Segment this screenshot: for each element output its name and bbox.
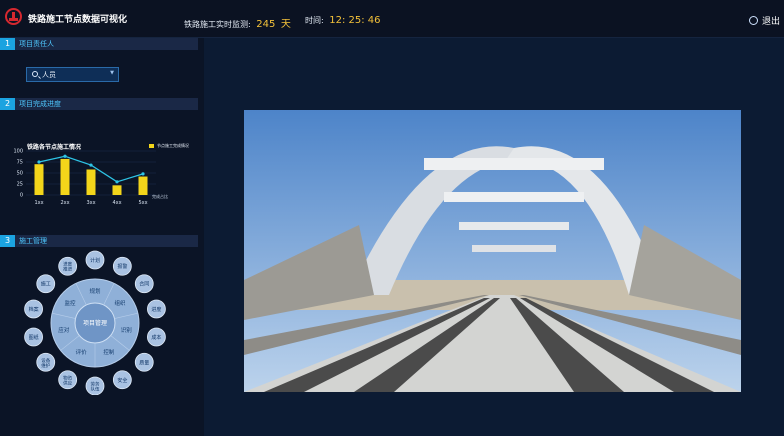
line-point (63, 154, 67, 158)
section-header-progress: 2 项目完成进度 (0, 98, 198, 110)
y-tick-label: 0 (20, 193, 23, 199)
wheel-outer-label: 推进 (63, 266, 72, 273)
wheel-inner-label: 应对 (58, 326, 70, 334)
x-tick-label: 3xx (86, 200, 95, 206)
section-title: 项目完成进度 (19, 100, 61, 108)
section-header-responsible: 1 项目责任人 (0, 38, 198, 50)
wheel-outer-label: 进度 (151, 306, 161, 313)
wheel-center-label: 项目管理 (83, 319, 107, 327)
wheel-outer-label: 物资 (63, 374, 72, 381)
line-point (89, 163, 93, 167)
wheel-outer-label: 档案 (29, 306, 39, 313)
wheel-outer-label: 安全 (117, 377, 127, 384)
wheel-inner-label: 评价 (76, 348, 88, 356)
person-select[interactable]: 人员 ▼ (26, 67, 119, 82)
bar (138, 176, 148, 195)
bar (60, 158, 70, 195)
x-tick-label: 1xx (34, 200, 43, 206)
y-tick-label: 75 (17, 160, 23, 166)
wheel-outer-label: 队伍 (91, 386, 100, 393)
wheel-inner-label: 组织 (115, 299, 127, 307)
search-icon (32, 71, 38, 77)
wheel-inner-label: 识别 (121, 326, 132, 334)
app-title: 铁路施工节点数据可视化 (28, 15, 128, 25)
line-point (141, 172, 145, 176)
chart-suffix-label: 完成占比 (152, 194, 168, 199)
wheel-inner-label: 规划 (89, 287, 100, 295)
monitor-days: 245 (256, 19, 276, 30)
y-tick-label: 100 (13, 149, 23, 155)
wheel-outer-label: 维护 (41, 362, 50, 369)
chevron-down-icon: ▼ (110, 70, 114, 76)
section-number: 3 (0, 235, 15, 247)
bar (86, 169, 96, 195)
wheel-outer-label: 设备 (41, 357, 50, 364)
bar (34, 164, 44, 195)
section-title: 项目责任人 (19, 40, 54, 48)
progress-chart: 0 25 50 75 100 1xx 2xx 3xx 4xx 5xx (13, 149, 156, 206)
y-tick-label: 50 (17, 171, 23, 177)
wheel-outer-label: 施工 (41, 281, 51, 288)
exit-label: 退出 (761, 17, 780, 27)
wheel-inner-label: 控制 (103, 348, 115, 356)
wheel-outer-label: 图纸 (29, 334, 39, 341)
wheel-outer-label: 报警 (117, 263, 127, 270)
section-number: 2 (0, 98, 15, 110)
time-value: 12: 25: 46 (329, 15, 381, 26)
person-select-value: 人员 (42, 71, 56, 79)
clock-display: 时间: 12: 25: 46 (305, 15, 381, 26)
wheel-inner-label: 监控 (64, 299, 76, 307)
line-point (37, 160, 41, 164)
railway-bridge-image (244, 110, 741, 392)
x-tick-label: 4xx (112, 200, 121, 206)
bar (112, 185, 122, 195)
wheel-outer-label: 供应 (63, 379, 72, 386)
monitor-unit: 天 (280, 19, 291, 30)
wheel-outer-label: 质量 (139, 359, 149, 366)
y-tick-label: 25 (17, 182, 23, 188)
power-icon (748, 16, 758, 25)
top-header: 铁路施工节点数据可视化 铁路施工实时监测: 245 天 时间: 12: 25: … (0, 0, 784, 38)
time-label: 时间: (305, 16, 324, 25)
exit-button[interactable]: 退出 (748, 14, 780, 27)
monitor-status: 铁路施工实时监测: 245 天 (184, 15, 291, 30)
monitor-label: 铁路施工实时监测: (184, 20, 251, 29)
wheel-outer-label: 合同 (139, 281, 149, 288)
line-point (115, 180, 119, 184)
section-number: 1 (0, 38, 15, 50)
wheel-outer-label: 进度 (63, 261, 72, 268)
main-display (204, 38, 784, 436)
x-tick-label: 5xx (138, 200, 147, 206)
management-wheel: 规划组织识别控制评价应对监控项目管理计划报警合同进度成本质量安全劳务队伍物资供应… (24, 250, 166, 395)
bridge-photo (244, 110, 741, 392)
wheel-outer-label: 计划 (90, 257, 100, 264)
x-tick-label: 2xx (60, 200, 69, 206)
railway-logo-icon (5, 8, 22, 25)
wheel-outer-label: 成本 (151, 334, 161, 341)
wheel-outer-label: 劳务 (91, 381, 100, 388)
